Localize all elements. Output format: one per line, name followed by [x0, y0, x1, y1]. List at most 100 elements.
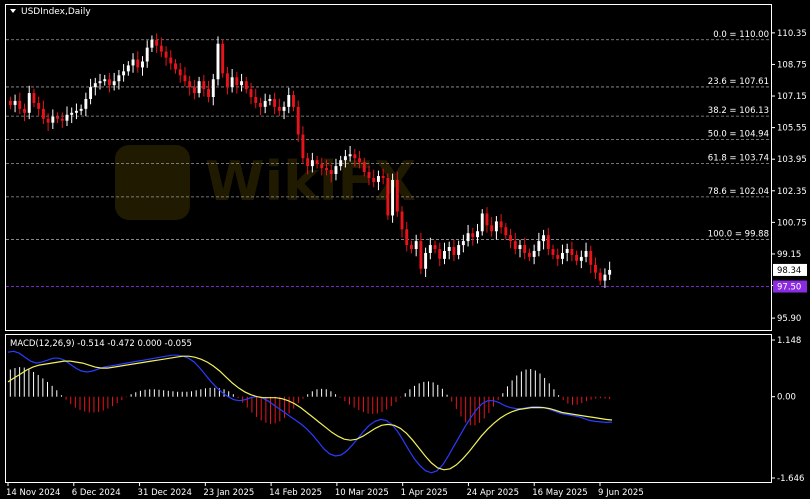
candle	[494, 216, 498, 240]
candle-body	[381, 175, 385, 178]
candle-body	[254, 97, 258, 103]
candle	[178, 63, 182, 83]
candle-body	[79, 108, 83, 111]
candle	[386, 173, 390, 220]
candle-body	[188, 81, 192, 88]
candle-body	[292, 95, 295, 107]
candle	[141, 56, 144, 76]
macd-main-line	[7, 350, 613, 474]
macd-tick-label: 0.00	[777, 393, 796, 403]
candle-body	[560, 252, 564, 259]
candle-body	[395, 179, 399, 212]
candle-body	[589, 250, 593, 265]
candle	[70, 107, 74, 124]
candle-body	[466, 233, 470, 242]
candle-body	[122, 71, 126, 76]
candle	[23, 103, 26, 122]
candle	[556, 248, 560, 267]
macd-panel-border	[5, 334, 772, 483]
candle	[197, 76, 201, 98]
candle-body	[490, 225, 494, 232]
candle	[296, 100, 300, 142]
candle-body	[211, 79, 215, 98]
time-tick-label: 23 Jan 2025	[203, 488, 254, 498]
candle-body	[207, 89, 211, 98]
price-markers: 98.34 97.50	[773, 263, 807, 293]
candle	[41, 100, 45, 125]
candle	[225, 67, 229, 95]
price-tick-label: 102.35	[777, 187, 807, 197]
candle-body	[575, 254, 579, 261]
candle-body	[37, 102, 41, 109]
candle-body	[244, 81, 248, 90]
last-price-label: 98.34	[777, 266, 801, 276]
candle	[461, 234, 465, 253]
time-tick-label: 16 May 2025	[532, 488, 587, 498]
candle-body	[258, 102, 262, 107]
candle	[192, 79, 196, 100]
candle-body	[263, 100, 267, 107]
candle	[249, 82, 253, 105]
candle	[136, 51, 140, 73]
candle	[235, 71, 239, 94]
candle-body	[93, 83, 97, 88]
candle-body	[89, 87, 93, 99]
candle	[428, 237, 432, 260]
candle-body	[70, 112, 74, 115]
candle-body	[513, 241, 517, 250]
candle-body	[60, 118, 64, 121]
candle-body	[565, 249, 569, 253]
candle	[122, 64, 126, 82]
candle-body	[131, 59, 135, 66]
candle-body	[51, 116, 55, 123]
candle-body	[542, 235, 546, 242]
candle	[150, 35, 154, 53]
candle	[466, 224, 470, 247]
candle-body	[438, 249, 442, 259]
candle	[551, 244, 555, 260]
trading-chart-window[interactable]: WikiFX USDIndex,Daily 0.0 = 110.00 23.6 =…	[0, 0, 810, 499]
candle	[485, 207, 489, 233]
symbol-marker-icon	[10, 9, 16, 13]
macd-lines	[7, 350, 613, 474]
candle	[164, 46, 168, 66]
candle	[537, 232, 541, 257]
candle-body	[320, 164, 324, 169]
candle	[584, 242, 588, 263]
candle-body	[452, 247, 456, 255]
candle	[391, 173, 395, 223]
candle-body	[329, 170, 333, 174]
candle	[56, 112, 60, 124]
candle-body	[598, 272, 602, 281]
candle-body	[480, 213, 484, 232]
time-tick-label: 1 Apr 2025	[401, 488, 448, 498]
time-tick-label: 6 Dec 2024	[72, 488, 121, 498]
candle	[509, 228, 513, 249]
candle-body	[225, 73, 229, 88]
candle	[471, 227, 475, 246]
candle	[27, 85, 31, 120]
macd-tick-label: -1.646	[777, 474, 804, 484]
candle	[202, 74, 206, 97]
candle	[126, 61, 130, 76]
candle-body	[325, 168, 328, 171]
candle-body	[494, 221, 498, 232]
candle-body	[343, 156, 347, 161]
candle-body	[164, 51, 168, 58]
candle	[112, 72, 116, 91]
candle-body	[235, 77, 239, 86]
candle	[532, 244, 536, 265]
time-tick-label: 31 Dec 2024	[138, 488, 192, 498]
candle	[240, 73, 244, 92]
candle	[565, 243, 569, 262]
candle	[221, 39, 225, 78]
candle	[60, 112, 64, 129]
candle	[145, 40, 149, 68]
candle-body	[23, 108, 26, 113]
candle-body	[532, 250, 536, 257]
candle-body	[141, 61, 144, 68]
candle-body	[367, 172, 371, 178]
candle-body	[13, 100, 17, 105]
candle	[65, 106, 69, 127]
candle-body	[8, 100, 12, 105]
